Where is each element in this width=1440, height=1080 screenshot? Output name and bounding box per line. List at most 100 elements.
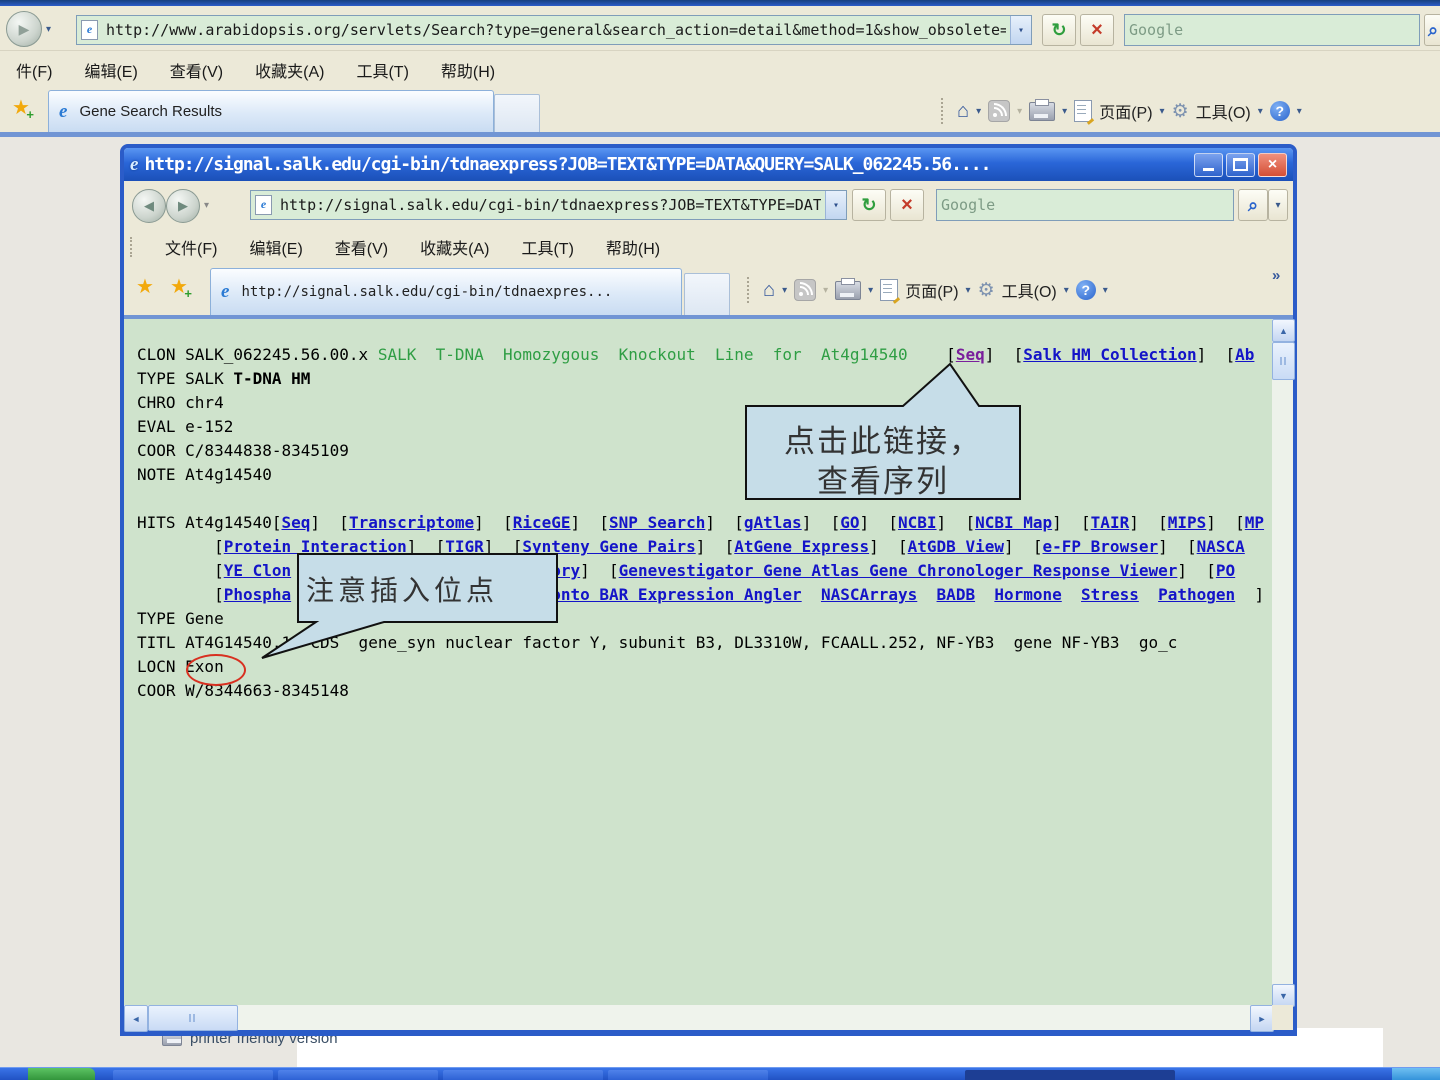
- home-icon[interactable]: ⌂: [957, 101, 969, 121]
- outer-stop-button[interactable]: ×: [1080, 14, 1114, 46]
- popup-search-caret-button[interactable]: ▾: [1268, 189, 1288, 221]
- content-link[interactable]: Ab: [1235, 345, 1254, 364]
- taskbar-button[interactable]: [278, 1070, 438, 1080]
- page-menu-icon[interactable]: [880, 279, 898, 301]
- tools-menu-label[interactable]: 工具(O): [1002, 278, 1057, 302]
- content-link[interactable]: PO: [1216, 561, 1235, 580]
- content-link[interactable]: gAtlas: [744, 513, 802, 532]
- content-link[interactable]: MIPS: [1168, 513, 1207, 532]
- outer-menu-item-5[interactable]: 帮助(H): [425, 50, 511, 90]
- print-caret-icon[interactable]: ▾: [868, 285, 873, 296]
- help-caret-icon[interactable]: ▾: [1103, 285, 1108, 296]
- content-link[interactable]: Stress: [1081, 585, 1139, 604]
- start-button[interactable]: [28, 1068, 95, 1080]
- gear-icon[interactable]: ⚙: [978, 281, 995, 300]
- outer-search-input[interactable]: [1125, 21, 1419, 39]
- taskbar-button-active[interactable]: [965, 1070, 1175, 1080]
- popup-active-tab[interactable]: e http://signal.salk.edu/cgi-bin/tdnaexp…: [210, 268, 682, 315]
- horizontal-scroll-thumb[interactable]: [148, 1005, 238, 1031]
- outer-search-button-partial[interactable]: ⌕: [1424, 14, 1440, 46]
- page-caret-icon[interactable]: ▾: [1160, 106, 1165, 117]
- popup-address-bar[interactable]: e ▾: [250, 190, 847, 220]
- content-link[interactable]: onto BAR Expression Angler: [551, 585, 801, 604]
- rss-icon[interactable]: [988, 100, 1010, 122]
- print-icon[interactable]: [1029, 102, 1055, 121]
- taskbar[interactable]: [0, 1067, 1440, 1080]
- content-link[interactable]: GO: [840, 513, 859, 532]
- help-icon[interactable]: ?: [1270, 101, 1290, 121]
- taskbar-button[interactable]: [443, 1070, 603, 1080]
- gear-icon[interactable]: ⚙: [1172, 102, 1189, 121]
- help-icon[interactable]: ?: [1076, 280, 1096, 300]
- content-link[interactable]: NASCA: [1197, 537, 1245, 556]
- content-link[interactable]: TAIR: [1091, 513, 1130, 532]
- toolbar-overflow-chevron[interactable]: »: [1272, 267, 1280, 284]
- vertical-scroll-thumb[interactable]: [1272, 342, 1295, 380]
- favorites-icon[interactable]: ★: [136, 277, 154, 297]
- content-link[interactable]: AtGDB View: [908, 537, 1004, 556]
- outer-menu-item-0[interactable]: 件(F): [0, 50, 68, 90]
- popup-stop-button[interactable]: ×: [890, 189, 924, 221]
- content-link[interactable]: RiceGE: [513, 513, 571, 532]
- content-link[interactable]: Transcriptome: [349, 513, 474, 532]
- add-favorite-icon[interactable]: ★: [12, 97, 30, 119]
- popup-refresh-button[interactable]: ↻: [852, 189, 886, 221]
- content-link[interactable]: SNP Search: [609, 513, 705, 532]
- popup-menu-item-2[interactable]: 查看(V): [319, 227, 404, 267]
- taskbar-button[interactable]: [608, 1070, 768, 1080]
- outer-search-box[interactable]: [1124, 14, 1420, 46]
- popup-new-tab-stub[interactable]: [684, 273, 730, 316]
- close-button[interactable]: ×: [1258, 153, 1287, 177]
- outer-menu-item-1[interactable]: 编辑(E): [68, 50, 153, 90]
- scroll-right-button[interactable]: ►: [1250, 1005, 1274, 1032]
- add-favorite-icon[interactable]: ★: [170, 276, 188, 298]
- content-link[interactable]: e-FP Browser: [1043, 537, 1159, 556]
- outer-address-bar[interactable]: e ▾: [76, 15, 1032, 45]
- content-link[interactable]: AtGene Express: [734, 537, 869, 556]
- help-caret-icon[interactable]: ▾: [1297, 106, 1302, 117]
- outer-menu-item-3[interactable]: 收藏夹(A): [239, 50, 340, 90]
- outer-menu-item-2[interactable]: 查看(V): [154, 50, 239, 90]
- outer-active-tab[interactable]: e Gene Search Results: [48, 90, 494, 132]
- minimize-button[interactable]: [1194, 153, 1223, 177]
- popup-menu-item-5[interactable]: 帮助(H): [590, 227, 676, 267]
- popup-menu-item-3[interactable]: 收藏夹(A): [404, 227, 505, 267]
- popup-menu-item-4[interactable]: 工具(T): [505, 227, 589, 267]
- popup-search-box[interactable]: [936, 189, 1234, 221]
- outer-history-caret-icon[interactable]: ▾: [46, 24, 51, 35]
- popup-menu-item-1[interactable]: 编辑(E): [233, 227, 318, 267]
- page-menu-label[interactable]: 页面(P): [905, 278, 958, 302]
- popup-search-input[interactable]: [937, 196, 1233, 214]
- scroll-down-button[interactable]: ▼: [1272, 984, 1295, 1007]
- outer-refresh-button[interactable]: ↻: [1042, 14, 1076, 46]
- outer-new-tab-stub[interactable]: [494, 94, 540, 133]
- content-link[interactable]: NCBI Map: [975, 513, 1052, 532]
- popup-url-input[interactable]: [276, 196, 825, 214]
- content-link[interactable]: NASCArrays: [821, 585, 917, 604]
- page-menu-icon[interactable]: [1074, 100, 1092, 122]
- scroll-up-button[interactable]: ▲: [1272, 319, 1295, 342]
- content-link[interactable]: Hormone: [994, 585, 1061, 604]
- content-link[interactable]: Seq: [282, 513, 311, 532]
- vertical-scrollbar[interactable]: ▲ ▼: [1272, 319, 1293, 1005]
- print-icon[interactable]: [835, 281, 861, 300]
- scroll-left-button[interactable]: ◄: [124, 1005, 148, 1032]
- page-caret-icon[interactable]: ▾: [966, 285, 971, 296]
- popup-menu-item-0[interactable]: 文件(F): [149, 227, 233, 267]
- tools-caret-icon[interactable]: ▾: [1258, 106, 1263, 117]
- print-caret-icon[interactable]: ▾: [1062, 106, 1067, 117]
- popup-history-caret-icon[interactable]: ▾: [204, 200, 209, 211]
- rss-icon[interactable]: [794, 279, 816, 301]
- popup-url-dropdown[interactable]: ▾: [825, 191, 846, 219]
- popup-back-button[interactable]: ◀: [132, 189, 166, 223]
- outer-menu-item-4[interactable]: 工具(T): [340, 50, 424, 90]
- tools-menu-label[interactable]: 工具(O): [1196, 99, 1251, 123]
- content-link[interactable]: BADB: [937, 585, 976, 604]
- content-link[interactable]: Salk HM Collection: [1023, 345, 1196, 364]
- maximize-button[interactable]: [1226, 153, 1255, 177]
- taskbar-button[interactable]: [113, 1070, 273, 1080]
- popup-forward-button[interactable]: ▶: [166, 189, 200, 223]
- outer-url-dropdown[interactable]: ▾: [1010, 16, 1031, 44]
- outer-back-button[interactable]: ▶: [6, 11, 42, 47]
- horizontal-scrollbar[interactable]: ◄ ►: [124, 1005, 1272, 1030]
